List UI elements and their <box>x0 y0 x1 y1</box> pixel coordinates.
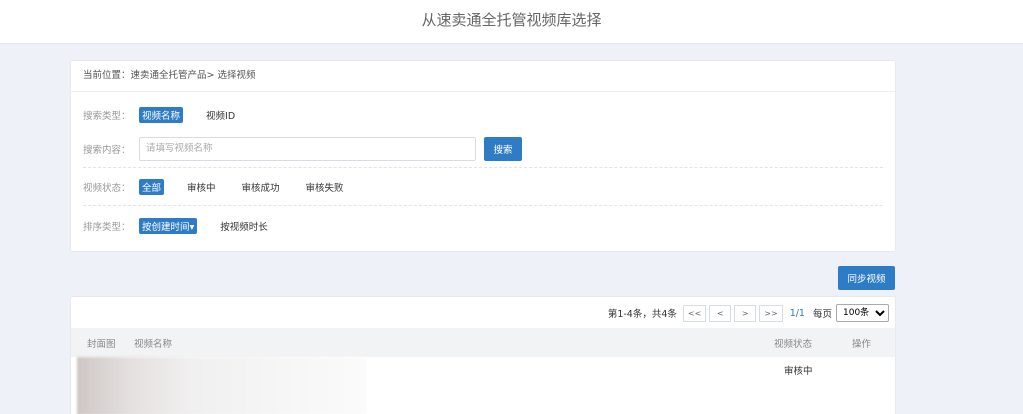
search-type-label: 搜索类型： <box>83 111 131 122</box>
header-video-status: 视频状态 <box>774 338 813 350</box>
header-cover: 封面图 <box>87 338 116 350</box>
pagination: 第1-4条，共4条 << < > >> 1/1 每页 100条 <box>608 304 889 322</box>
per-page-select[interactable]: 100条 <box>836 304 889 322</box>
search-button[interactable]: 搜索 <box>484 136 522 161</box>
video-status-row: 视频状态： 全部 审核中 审核成功 审核失败 <box>83 168 883 206</box>
first-page-button[interactable]: << <box>682 304 707 322</box>
header-video-name: 视频名称 <box>134 338 173 350</box>
pagination-total: 第1-4条，共4条 <box>607 309 677 320</box>
caret-down-icon: ▾ <box>189 222 195 233</box>
status-option-rejected[interactable]: 审核失败 <box>303 179 347 195</box>
per-page-label: 每页 <box>812 309 832 320</box>
breadcrumb-label: 当前位置： <box>83 70 131 81</box>
search-type-option-name[interactable]: 视频名称 <box>139 107 184 123</box>
page-header: 从速卖通全托管视频库选择 <box>0 0 1023 44</box>
breadcrumb: 当前位置：速卖通全托管产品> 选择视频 <box>71 61 895 92</box>
sort-type-label: 排序类型： <box>83 222 131 233</box>
sort-option-created[interactable]: 按创建时间▾ <box>139 218 198 234</box>
row-status: 审核中 <box>784 366 813 377</box>
sort-option-duration[interactable]: 按视频时长 <box>217 218 271 234</box>
status-option-all[interactable]: 全部 <box>139 178 165 195</box>
page-indicator: 1/1 <box>789 307 805 319</box>
search-input[interactable] <box>139 136 476 161</box>
last-page-button[interactable]: >> <box>759 304 783 322</box>
sync-videos-button[interactable]: 同步视频 <box>838 266 895 290</box>
search-type-option-id[interactable]: 视频ID <box>203 107 238 123</box>
sort-type-row: 排序类型： 按创建时间▾ 按视频时长 <box>83 207 883 245</box>
video-list-panel: 第1-4条，共4条 << < > >> 1/1 每页 100条 封面图 视频名称… <box>70 296 896 414</box>
sort-option-created-label: 按创建时间 <box>142 222 190 233</box>
filter-panel: 当前位置：速卖通全托管产品> 选择视频 搜索类型： 视频名称 视频ID 搜索内容… <box>70 60 896 252</box>
search-type-row: 搜索类型： 视频名称 视频ID <box>83 96 883 134</box>
next-page-button[interactable]: > <box>734 304 757 322</box>
video-status-label: 视频状态： <box>83 182 131 194</box>
search-content-row: 搜索内容： 搜索 <box>83 130 883 168</box>
table-header: 封面图 视频名称 视频状态 操作 <box>71 328 895 357</box>
page-title: 从速卖通全托管视频库选择 <box>421 11 602 29</box>
video-thumbnail[interactable] <box>77 357 367 414</box>
header-actions: 操作 <box>852 338 872 350</box>
status-option-approved[interactable]: 审核成功 <box>239 179 283 195</box>
table-row: 审核中 <box>71 357 895 414</box>
search-content-label: 搜索内容： <box>83 144 131 156</box>
prev-page-button[interactable]: < <box>709 304 732 322</box>
status-option-reviewing[interactable]: 审核中 <box>184 179 219 195</box>
breadcrumb-path: 速卖通全托管产品> 选择视频 <box>130 70 256 81</box>
